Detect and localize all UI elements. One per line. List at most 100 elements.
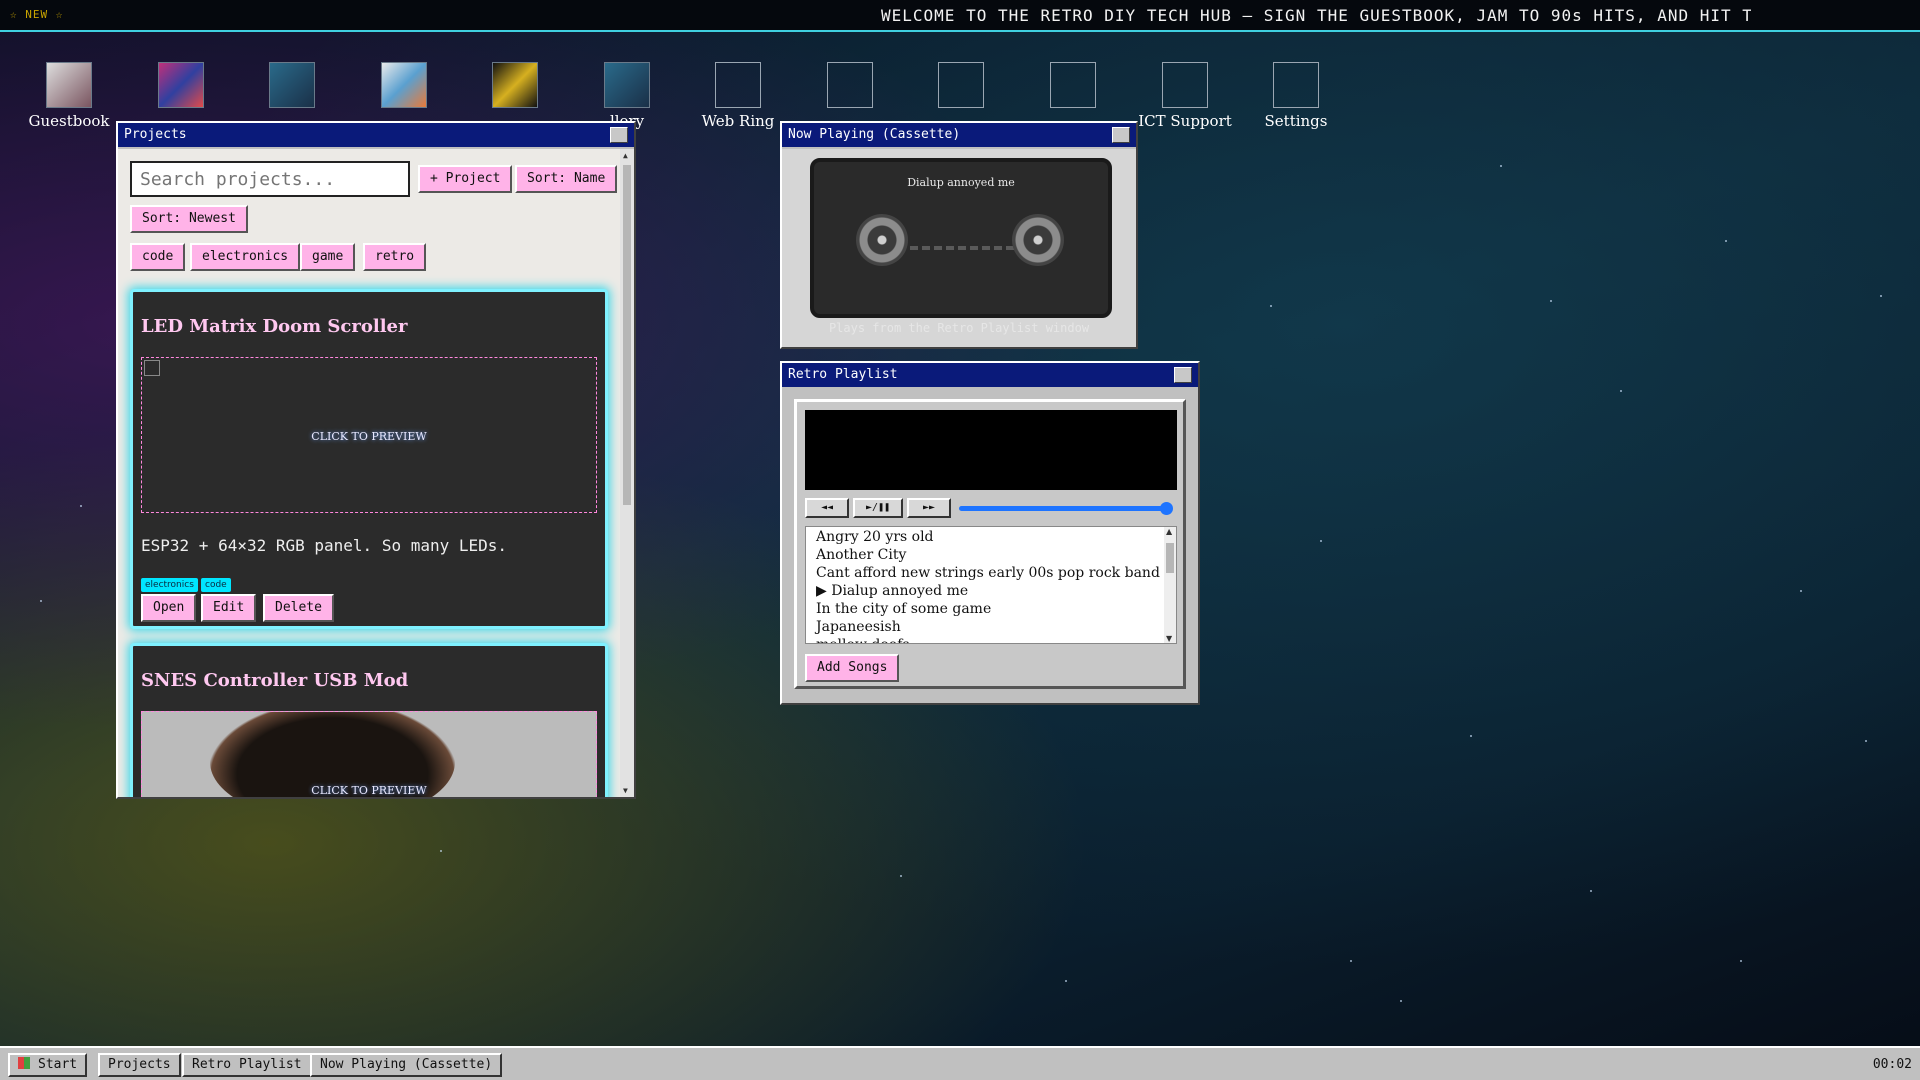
start-button[interactable]: Start bbox=[8, 1053, 88, 1077]
song-item[interactable]: mellow doofs bbox=[816, 636, 1162, 643]
project-title: LED Matrix Doom Scroller bbox=[141, 316, 408, 337]
new-badge: ☆ NEW ☆ bbox=[10, 8, 64, 21]
pixel-art-thumbnail-icon bbox=[381, 62, 427, 108]
broken-image-icon bbox=[1050, 62, 1096, 108]
edit-button[interactable]: Edit bbox=[201, 594, 257, 622]
broken-image-icon bbox=[1273, 62, 1319, 108]
broken-image-icon bbox=[938, 62, 984, 108]
taskbar-item-retro-playlist[interactable]: Retro Playlist bbox=[182, 1053, 312, 1077]
right-reel-icon bbox=[1012, 214, 1064, 266]
search-input[interactable] bbox=[130, 161, 410, 197]
playlist-titlebar[interactable]: Retro Playlist bbox=[782, 363, 1198, 387]
desktop-icon-web-ring[interactable]: Web Ring bbox=[683, 62, 793, 130]
play-pause-button[interactable]: ►/❚❚ bbox=[853, 498, 903, 518]
forward-button[interactable]: ►► bbox=[907, 498, 951, 518]
projects-body: + Project Sort: Name Sort: Newest code e… bbox=[118, 149, 620, 797]
seek-knob[interactable] bbox=[1160, 502, 1173, 515]
song-item[interactable]: In the city of some game bbox=[816, 600, 1162, 618]
project-card: SNES Controller USB Mod CLICK TO PREVIEW bbox=[130, 643, 608, 797]
now-playing-song: Dialup annoyed me bbox=[907, 176, 1015, 189]
project-preview[interactable]: CLICK TO PREVIEW bbox=[141, 357, 597, 513]
clock: 00:02 bbox=[1872, 1057, 1912, 1072]
desktop-icon-gallery[interactable]: llery bbox=[572, 62, 682, 130]
broken-image-icon bbox=[144, 360, 160, 376]
desktop-icon-settings[interactable]: Settings bbox=[1241, 62, 1351, 130]
filter-retro[interactable]: retro bbox=[363, 243, 427, 271]
desktop-icon-bomb-game[interactable] bbox=[237, 62, 347, 112]
project-title: SNES Controller USB Mod bbox=[141, 670, 409, 691]
song-list-scrollbar[interactable]: ▲ ▼ bbox=[1164, 527, 1176, 643]
seek-slider[interactable] bbox=[959, 502, 1173, 515]
desktop-icon-guestbook[interactable]: Guestbook bbox=[14, 62, 124, 130]
filter-electronics[interactable]: electronics bbox=[190, 243, 301, 271]
video-screen bbox=[805, 410, 1177, 490]
window-title: Now Playing (Cassette) bbox=[788, 127, 961, 142]
marquee-text: WELCOME TO THE RETRO DIY TECH HUB — SIGN… bbox=[881, 6, 1751, 25]
taskbar: Start Projects Retro Playlist Now Playin… bbox=[0, 1046, 1920, 1080]
close-button[interactable] bbox=[610, 127, 628, 143]
scroll-up-icon[interactable]: ▲ bbox=[1166, 527, 1172, 536]
add-project-button[interactable]: + Project bbox=[418, 165, 513, 193]
close-button[interactable] bbox=[1174, 367, 1192, 383]
delete-button[interactable]: Delete bbox=[263, 594, 334, 622]
open-button[interactable]: Open bbox=[141, 594, 197, 622]
project-description: ESP32 + 64×32 RGB panel. So many LEDs. bbox=[141, 536, 508, 555]
filter-code[interactable]: code bbox=[130, 243, 186, 271]
scrollbar-thumb[interactable] bbox=[1166, 543, 1174, 573]
scroll-down-icon[interactable]: ▼ bbox=[1166, 634, 1172, 643]
desktop-icon-arcade[interactable] bbox=[126, 62, 236, 112]
song-item-active[interactable]: ▶ Dialup annoyed me bbox=[816, 582, 1162, 600]
window-title: Retro Playlist bbox=[788, 367, 898, 382]
sort-name-button[interactable]: Sort: Name bbox=[515, 165, 618, 193]
guestbook-thumbnail-icon bbox=[46, 62, 92, 108]
desktop-icon-label: Guestbook bbox=[28, 112, 110, 130]
song-item[interactable]: Japaneesish bbox=[816, 618, 1162, 636]
preview-cta: CLICK TO PREVIEW bbox=[311, 430, 427, 443]
cassette-body: Dialup annoyed me Plays from the Retro P… bbox=[782, 149, 1136, 347]
cassette-window: Now Playing (Cassette) Dialup annoyed me… bbox=[780, 121, 1138, 349]
marquee-banner: ☆ NEW ☆ WELCOME TO THE RETRO DIY TECH HU… bbox=[0, 0, 1920, 32]
sandbox-thumbnail-icon bbox=[492, 62, 538, 108]
sort-newest-button[interactable]: Sort: Newest bbox=[130, 205, 248, 233]
cassette-deck: Dialup annoyed me bbox=[810, 158, 1112, 318]
taskbar-item-projects[interactable]: Projects bbox=[98, 1053, 181, 1077]
cassette-titlebar[interactable]: Now Playing (Cassette) bbox=[782, 123, 1136, 147]
playlist-window: Retro Playlist ◄◄ ►/❚❚ ►► Angry 20 yrs o… bbox=[780, 361, 1200, 705]
rewind-button[interactable]: ◄◄ bbox=[805, 498, 849, 518]
start-icon bbox=[18, 1057, 30, 1069]
scrollbar-thumb[interactable] bbox=[623, 165, 631, 505]
desktop-icon-label: Settings bbox=[1264, 112, 1328, 130]
projects-titlebar[interactable]: Projects bbox=[118, 123, 634, 147]
add-songs-button[interactable]: Add Songs bbox=[805, 654, 900, 682]
preview-cta: CLICK TO PREVIEW bbox=[311, 784, 427, 797]
taskbar-item-now-playing[interactable]: Now Playing (Cassette) bbox=[310, 1053, 503, 1077]
start-label: Start bbox=[38, 1057, 78, 1072]
song-item[interactable]: Angry 20 yrs old bbox=[816, 528, 1162, 546]
tape-icon bbox=[910, 246, 1014, 250]
desktop-icon-pixel-art[interactable] bbox=[349, 62, 459, 112]
desktop-icon-ict-support[interactable]: ICT Support bbox=[1130, 62, 1240, 130]
project-tag: electronics bbox=[141, 578, 198, 592]
projects-scrollbar[interactable]: ▲ ▼ bbox=[620, 149, 634, 797]
left-reel-icon bbox=[856, 214, 908, 266]
scroll-up-icon[interactable]: ▲ bbox=[623, 151, 628, 160]
broken-image-icon bbox=[715, 62, 761, 108]
bomb-game-thumbnail-icon bbox=[269, 62, 315, 108]
broken-image-icon bbox=[1162, 62, 1208, 108]
desktop-icon-9[interactable] bbox=[906, 62, 1016, 112]
filter-game[interactable]: game bbox=[300, 243, 356, 271]
desktop-icon-label: Web Ring bbox=[701, 112, 775, 130]
desktop-icon-8[interactable] bbox=[795, 62, 905, 112]
close-button[interactable] bbox=[1112, 127, 1130, 143]
project-tag: code bbox=[201, 578, 231, 592]
scroll-down-icon[interactable]: ▼ bbox=[623, 786, 628, 795]
song-item[interactable]: Cant afford new strings early 00s pop ro… bbox=[816, 564, 1162, 582]
arcade-thumbnail-icon bbox=[158, 62, 204, 108]
desktop-icon-10[interactable] bbox=[1018, 62, 1128, 112]
gallery-thumbnail-icon bbox=[604, 62, 650, 108]
song-item[interactable]: Another City bbox=[816, 546, 1162, 564]
desktop-icon-sandbox[interactable] bbox=[460, 62, 570, 112]
playlist-body: ◄◄ ►/❚❚ ►► Angry 20 yrs old Another City… bbox=[782, 389, 1198, 703]
project-preview[interactable]: CLICK TO PREVIEW bbox=[141, 711, 597, 797]
projects-window: Projects + Project Sort: Name Sort: Newe… bbox=[116, 121, 636, 799]
